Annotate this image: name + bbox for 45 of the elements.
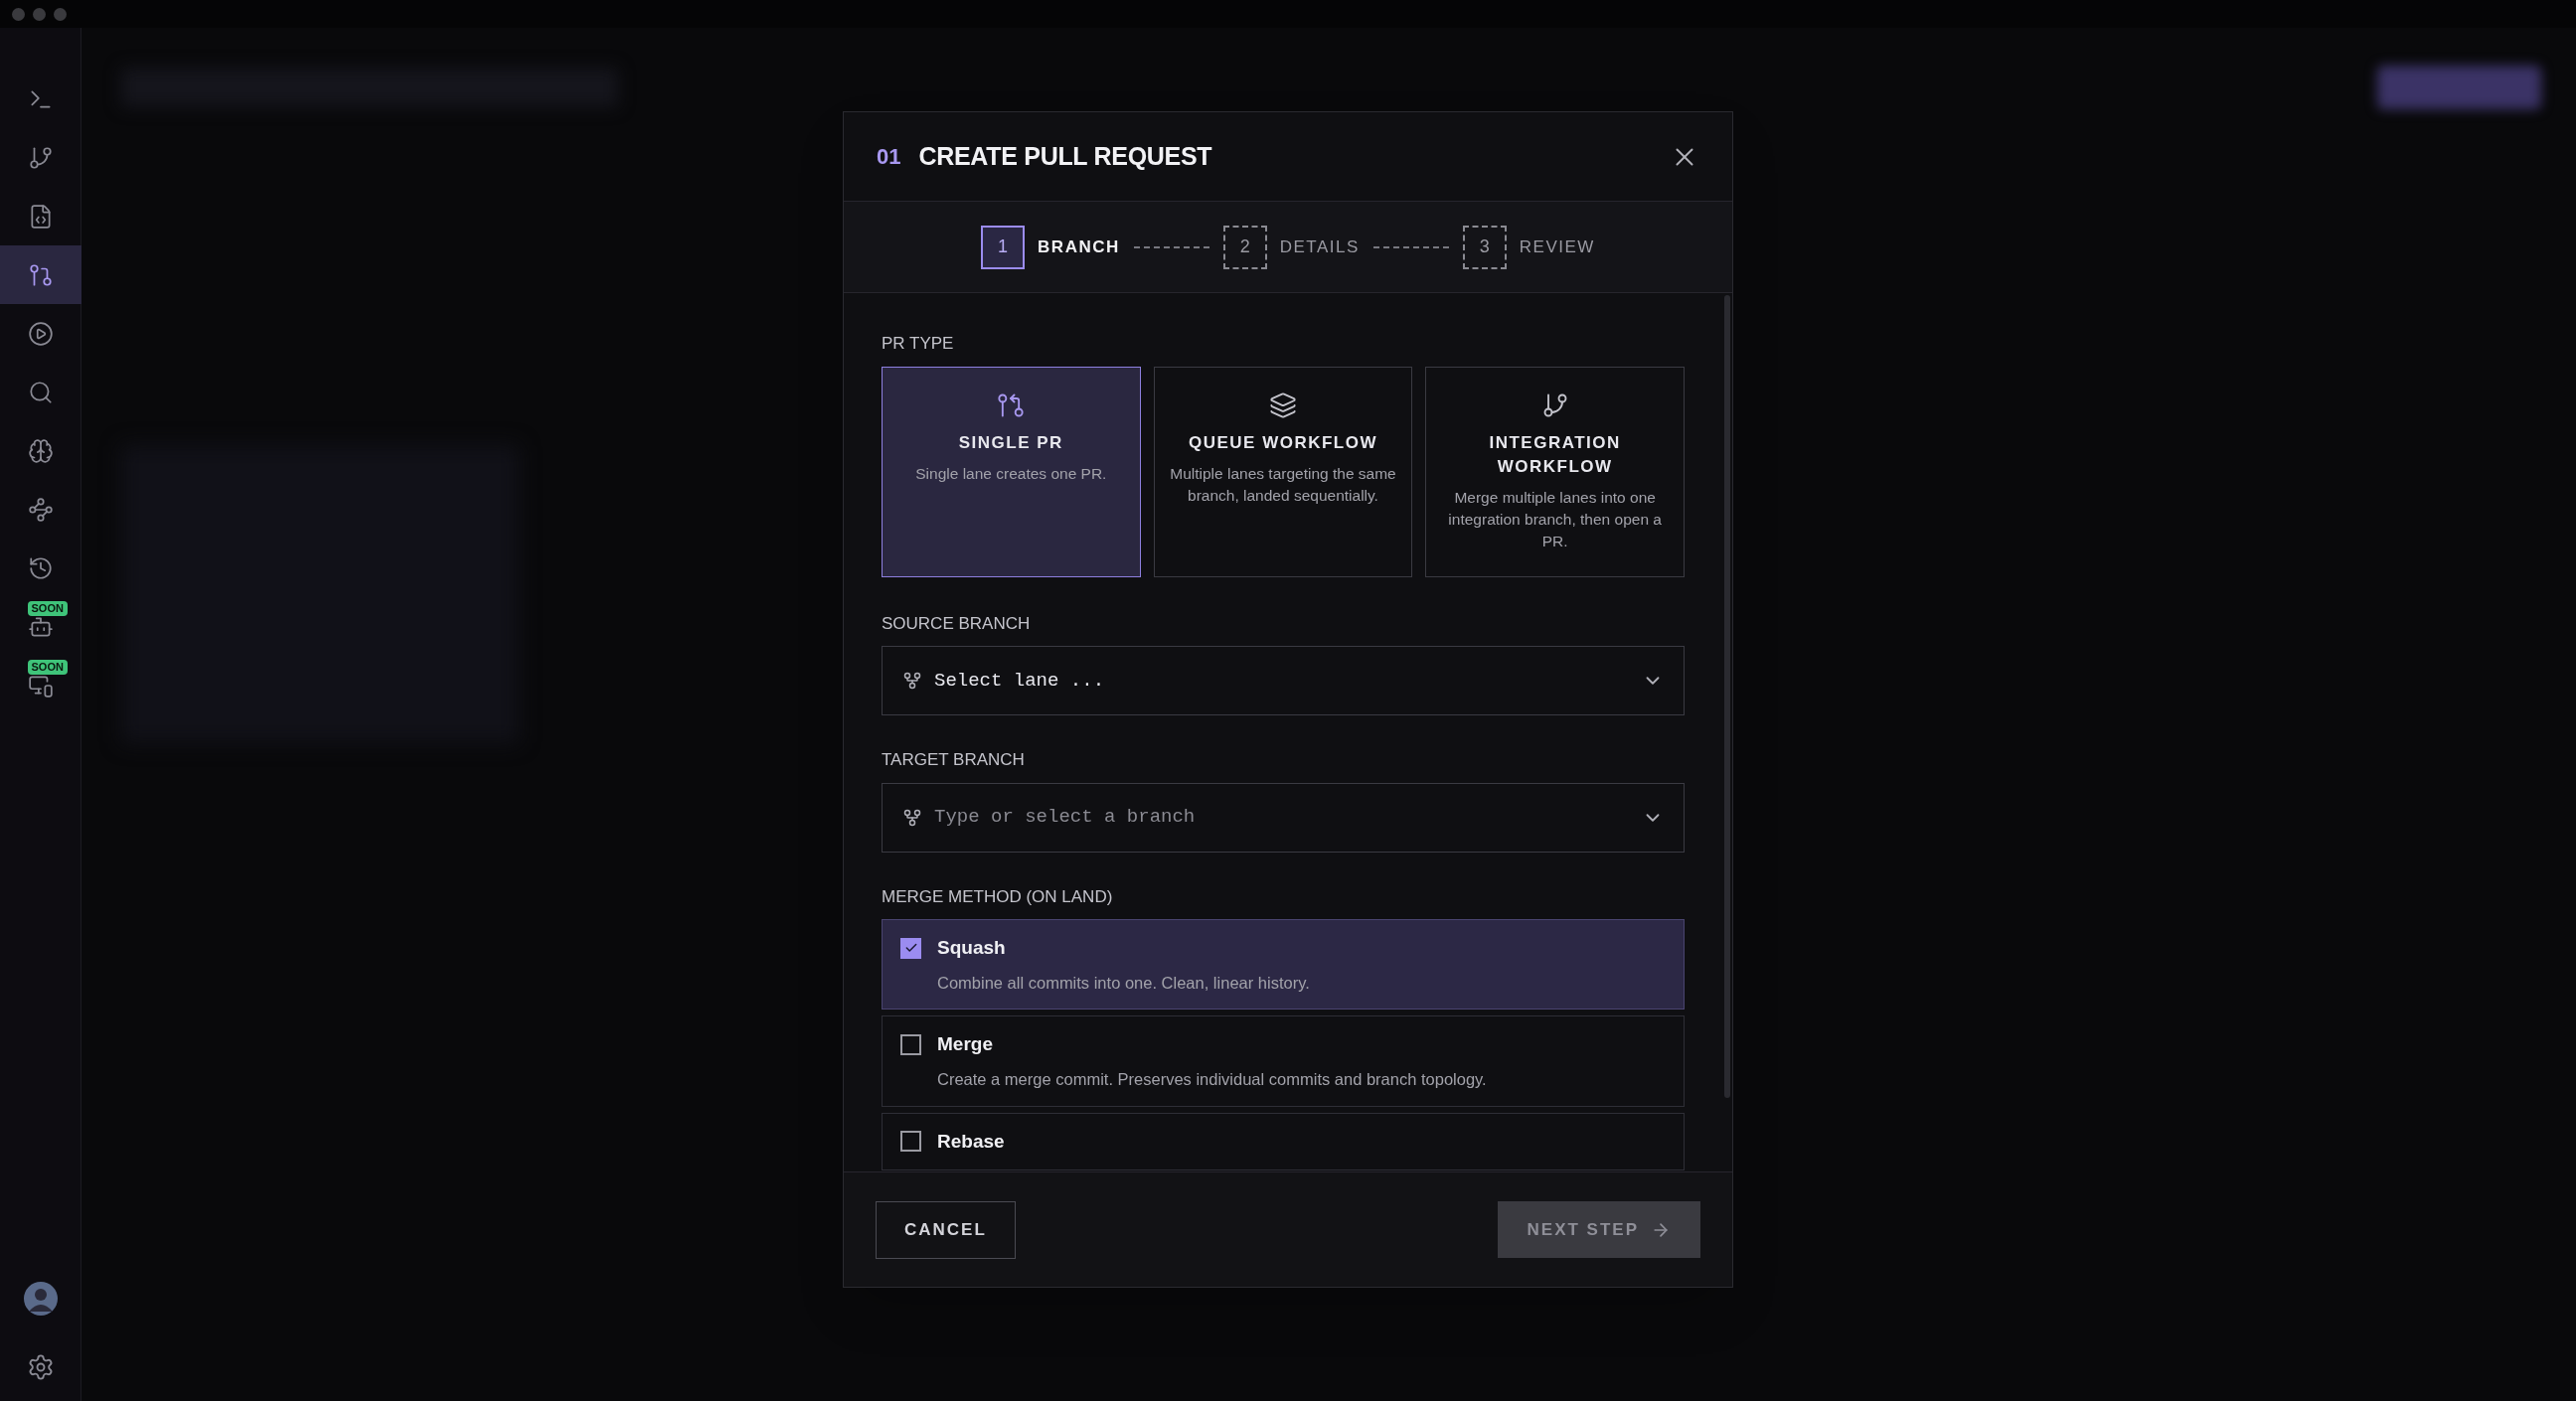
avatar-icon[interactable] (23, 1282, 58, 1316)
source-branch-select[interactable]: Select lane ... (882, 646, 1685, 715)
graph-icon (27, 496, 54, 523)
branch-input[interactable]: Type or select a branch (934, 803, 1630, 832)
pr-type-card[interactable]: SINGLE PR Single lane creates one PR. (882, 366, 1141, 577)
option-description: Create a merge commit. Preserves individual commits and branch topology. (936, 1068, 1488, 1090)
brain-icon (27, 437, 54, 464)
play-icon (27, 320, 54, 347)
wizard-step[interactable]: 2 DETAILS (1222, 225, 1360, 269)
merge-option[interactable]: Rebase (882, 1112, 1685, 1170)
checkbox[interactable] (900, 937, 921, 959)
sidebar-item[interactable]: SOON (0, 597, 81, 656)
option-name: Merge (937, 1032, 993, 1057)
wizard-step[interactable]: 1 BRANCH (981, 225, 1120, 269)
next-step-button[interactable]: NEXT STEP (1497, 1201, 1700, 1258)
step-number: 01 (877, 143, 901, 171)
sidebar-item[interactable] (0, 245, 81, 304)
pr-type-card[interactable]: QUEUE WORKFLOW Multiple lanes targeting the same branch, landed sequentially. (1153, 366, 1413, 577)
search-icon (27, 379, 54, 405)
option-name: Rebase (937, 1129, 1005, 1154)
cancel-button[interactable]: CANCEL (876, 1200, 1016, 1259)
section-label: MERGE METHOD (ON LAND) (882, 885, 1114, 908)
branch-icon (27, 144, 54, 171)
soon-badge: SOON (27, 601, 68, 616)
history-icon (27, 554, 54, 581)
option-description: Combine all commits into one. Clean, linear history. (936, 972, 1311, 994)
section-label: SOURCE BRANCH (882, 612, 1032, 635)
fork-icon (902, 807, 922, 828)
dialog-title: CREATE PULL REQUEST (918, 140, 1212, 172)
checkbox[interactable] (900, 1131, 921, 1153)
merge-option[interactable]: Squash Combine all commits into one. Clean, linear history. (882, 919, 1685, 1011)
section-label: TARGET BRANCH (882, 749, 1026, 771)
pr-type-card[interactable]: INTEGRATION WORKFLOW Merge multiple lanes into one integration branch, then open a PR. (1425, 366, 1685, 577)
fork-icon (902, 671, 922, 691)
scrollbar-thumb[interactable] (1724, 295, 1730, 1098)
target-branch-field[interactable]: Type or select a branch (882, 782, 1685, 853)
sidebar-item[interactable]: SOON (0, 656, 81, 714)
wizard-step[interactable]: 3 REVIEW (1462, 225, 1595, 269)
pull-request-icon (27, 261, 54, 288)
merge-option[interactable]: Merge Create a merge commit. Preserves individual commits and branch topology. (882, 1015, 1685, 1107)
checkbox[interactable] (900, 1034, 921, 1055)
section-label: PR TYPE (882, 333, 955, 355)
soon-badge: SOON (27, 660, 68, 675)
option-name: Squash (937, 936, 1006, 960)
layers-icon (1269, 390, 1297, 419)
